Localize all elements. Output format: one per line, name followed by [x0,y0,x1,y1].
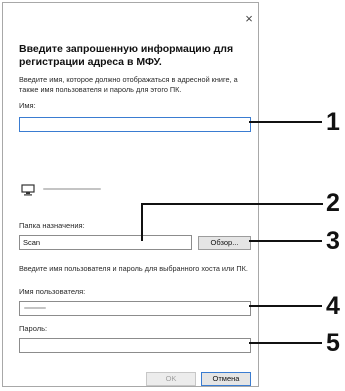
callout-1: 1 [326,108,340,136]
screenshot-stage: × Введите запрошенную информацию для рег… [0,0,345,391]
cancel-button[interactable]: Отмена [201,372,251,386]
register-address-dialog: × Введите запрошенную информацию для рег… [2,2,259,387]
host-name-redacted [43,188,101,190]
credentials-prompt: Введите имя пользователя и пароль для вы… [19,264,248,273]
username-field[interactable] [19,301,251,316]
dialog-heading: Введите запрошенную информацию для регис… [19,43,234,68]
ok-button[interactable]: OK [146,372,196,386]
dialog-description: Введите имя, которое должно отображаться… [19,75,238,94]
close-icon[interactable]: × [243,12,255,25]
callout-3: 3 [326,227,340,255]
callout-2: 2 [326,189,340,217]
password-field[interactable] [19,338,251,353]
username-redacted [24,307,46,309]
browse-button[interactable]: Обзор... [198,236,251,250]
computer-icon [21,184,35,196]
callout-5: 5 [326,329,340,357]
destination-folder-field[interactable]: Scan [19,235,192,250]
destination-folder-label: Папка назначения: [19,221,85,230]
password-label: Пароль: [19,324,48,333]
callout-4: 4 [326,292,340,320]
name-field[interactable] [19,117,251,132]
name-label: Имя: [19,101,36,110]
username-label: Имя пользователя: [19,287,86,296]
